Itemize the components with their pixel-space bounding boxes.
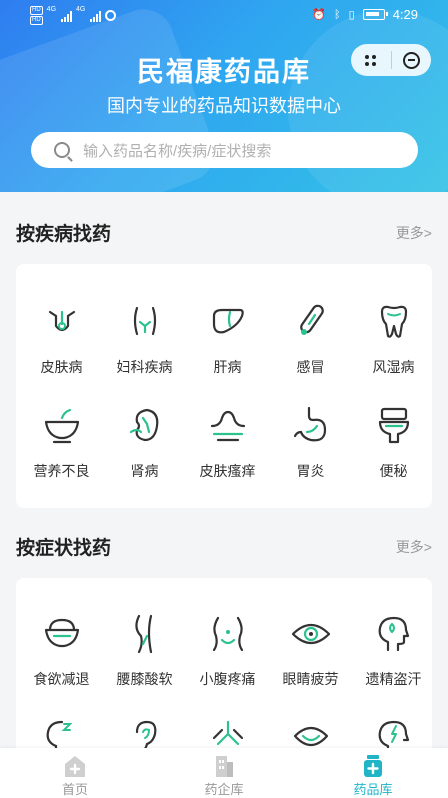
search-bar[interactable]: 输入药品名称/疾病/症状搜索 xyxy=(31,132,418,168)
kidney-icon xyxy=(129,408,159,442)
item-label: 腰膝酸软 xyxy=(116,671,173,687)
item-label: 营养不良 xyxy=(33,463,90,479)
data-saver-icon xyxy=(105,10,117,21)
item-label: 皮肤病 xyxy=(40,359,83,375)
disease-item-itch[interactable]: 皮肤瘙痒 xyxy=(186,406,269,496)
thermometer-icon xyxy=(300,304,324,335)
status-left: HD HD 4G 4G xyxy=(30,6,117,25)
liver-icon xyxy=(212,308,244,334)
network-type: 4G xyxy=(76,6,86,13)
itch-icon xyxy=(210,410,246,442)
building-icon xyxy=(216,756,233,777)
abdomen-icon xyxy=(212,616,244,652)
disease-item-rheumatism[interactable]: 风湿病 xyxy=(352,302,435,392)
disease-item-gynecology[interactable]: 妇科疾病 xyxy=(103,302,186,392)
more-menu-button[interactable] xyxy=(351,44,391,76)
stomach-icon xyxy=(293,406,327,442)
search-icon xyxy=(54,142,70,158)
miniprogram-capsule xyxy=(351,44,431,76)
item-label: 感冒 xyxy=(296,359,325,375)
disease-item-cold[interactable]: 感冒 xyxy=(269,302,352,392)
item-label: 肝病 xyxy=(213,359,242,375)
tab-label: 药品库 xyxy=(353,782,393,797)
section-title: 按症状找药 xyxy=(16,538,112,559)
status-bar: HD HD 4G 4G ⏰ ᛒ ▯ 4:29 xyxy=(0,0,448,32)
alarm-icon: ⏰ xyxy=(312,9,327,21)
section-title: 按疾病找药 xyxy=(16,224,112,245)
eye-icon xyxy=(291,623,331,645)
symptom-section-header: 按症状找药 更多> xyxy=(16,533,432,561)
symptom-item-appetite[interactable]: 食欲减退 xyxy=(20,614,103,704)
hd-badge: HD xyxy=(30,16,43,25)
disease-section-header: 按疾病找药 更多> xyxy=(16,219,432,247)
medicine-bottle-icon xyxy=(364,755,382,777)
symptom-item-waist[interactable]: 腰膝酸软 xyxy=(103,614,186,704)
rice-bowl-icon xyxy=(44,618,80,648)
item-label: 小腹疼痛 xyxy=(199,671,256,687)
close-miniprogram-button[interactable] xyxy=(391,44,431,76)
clock: 4:29 xyxy=(392,7,418,22)
disease-panel: 皮肤病 妇科疾病 肝病 感冒 风湿病 营养不良 肾病 皮肤瘙痒 胃炎 便秘 xyxy=(16,264,432,508)
disease-item-skin[interactable]: 皮肤病 xyxy=(20,302,103,392)
search-input[interactable]: 输入药品名称/疾病/症状搜索 xyxy=(83,140,271,161)
home-icon xyxy=(65,756,85,777)
item-label: 食欲减退 xyxy=(33,671,90,687)
network-type: 4G xyxy=(46,6,57,13)
bluetooth-icon: ᛒ xyxy=(334,8,341,21)
disease-item-kidney[interactable]: 肾病 xyxy=(103,406,186,496)
close-circle-icon xyxy=(402,51,420,69)
symptom-more-link[interactable]: 更多> xyxy=(396,537,432,557)
item-label: 风湿病 xyxy=(372,359,415,375)
signal-icon xyxy=(61,10,73,22)
item-label: 妇科疾病 xyxy=(116,359,173,375)
tab-bar: 首页 药企库 药品库 xyxy=(0,748,448,798)
hd-badge: HD xyxy=(30,6,43,15)
status-right: ⏰ ᛒ ▯ 4:29 xyxy=(312,7,418,22)
tab-label: 首页 xyxy=(61,782,88,797)
skin-icon xyxy=(48,310,76,332)
gynecology-icon xyxy=(133,306,157,336)
head-sweat-icon xyxy=(378,616,410,652)
waist-icon xyxy=(135,614,153,654)
item-label: 遗精盗汗 xyxy=(365,671,422,687)
tab-pharma-companies[interactable]: 药企库 xyxy=(149,748,299,798)
toilet-icon xyxy=(378,407,410,444)
item-label: 便秘 xyxy=(379,463,408,479)
signal-icon xyxy=(90,10,102,22)
disease-item-liver[interactable]: 肝病 xyxy=(186,302,269,392)
item-label: 肾病 xyxy=(130,463,159,479)
tab-label: 药企库 xyxy=(204,782,244,797)
symptom-item-eye[interactable]: 眼睛疲劳 xyxy=(269,614,352,704)
tab-medicine-library[interactable]: 药品库 xyxy=(298,748,448,798)
item-label: 皮肤瘙痒 xyxy=(199,463,256,479)
disease-more-link[interactable]: 更多> xyxy=(396,223,432,243)
item-label: 眼睛疲劳 xyxy=(282,671,339,687)
disease-item-constipation[interactable]: 便秘 xyxy=(352,406,435,496)
tab-home[interactable]: 首页 xyxy=(0,748,150,798)
hd-badges: HD HD xyxy=(30,6,43,25)
disease-item-gastritis[interactable]: 胃炎 xyxy=(269,406,352,496)
more-dots-icon xyxy=(365,54,377,66)
item-label: 胃炎 xyxy=(296,463,325,479)
symptom-item-abdomen[interactable]: 小腹疼痛 xyxy=(186,614,269,704)
battery-icon xyxy=(362,9,388,20)
vibrate-icon: ▯ xyxy=(348,9,355,21)
disease-item-malnutrition[interactable]: 营养不良 xyxy=(20,406,103,496)
app-subtitle: 国内专业的药品知识数据中心 xyxy=(107,96,341,116)
tooth-icon xyxy=(380,305,408,338)
bowl-icon xyxy=(44,408,80,444)
symptom-item-sweat[interactable]: 遗精盗汗 xyxy=(352,614,435,704)
